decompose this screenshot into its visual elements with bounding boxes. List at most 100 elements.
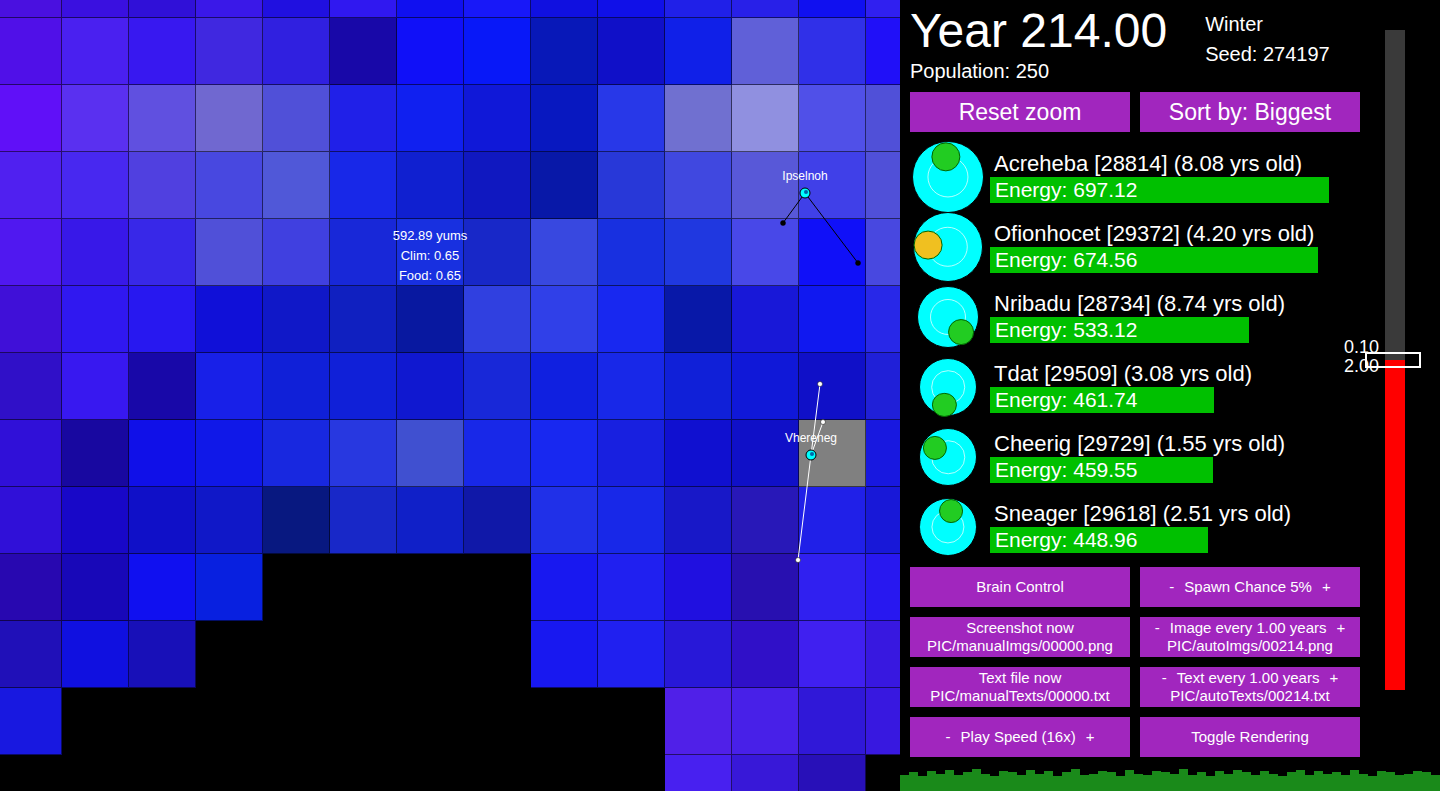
map-tile[interactable] <box>799 688 866 755</box>
creature-row[interactable]: Tdat [29509] (3.08 yrs old)Energy: 461.7… <box>910 352 1375 422</box>
map-tile[interactable] <box>62 85 129 152</box>
map-tile[interactable] <box>464 85 531 152</box>
map-tile[interactable] <box>0 85 62 152</box>
map-tile[interactable] <box>665 688 732 755</box>
creature-row[interactable]: Acreheba [28814] (8.08 yrs old)Energy: 6… <box>910 142 1375 212</box>
map-tile[interactable] <box>62 621 129 688</box>
plus-button[interactable]: + <box>1086 728 1095 746</box>
map-tile[interactable] <box>0 219 62 286</box>
plus-button[interactable]: + <box>1329 669 1338 687</box>
map-tile[interactable] <box>0 487 62 554</box>
map-tile[interactable] <box>598 286 665 353</box>
map-tile[interactable] <box>62 487 129 554</box>
map-tile[interactable] <box>263 0 330 18</box>
map-tile[interactable] <box>732 688 799 755</box>
map-tile[interactable] <box>0 353 62 420</box>
map-tile[interactable] <box>531 487 598 554</box>
control-button[interactable]: Brain Control <box>910 567 1130 607</box>
map-tile[interactable] <box>62 353 129 420</box>
map-tile[interactable] <box>397 0 464 18</box>
map-tile[interactable] <box>62 219 129 286</box>
plus-button[interactable]: + <box>1336 619 1345 637</box>
map-tile[interactable] <box>129 688 196 755</box>
creature-row[interactable]: Ofionhocet [29372] (4.20 yrs old)Energy:… <box>910 212 1375 282</box>
map-tile[interactable] <box>665 18 732 85</box>
map-tile[interactable] <box>330 621 397 688</box>
map-tile[interactable] <box>129 755 196 791</box>
control-button[interactable]: -Play Speed (16x)+ <box>910 717 1130 757</box>
map-tile[interactable] <box>129 18 196 85</box>
map-tile[interactable] <box>397 688 464 755</box>
map-tile[interactable] <box>866 420 900 487</box>
map-tile[interactable] <box>0 152 62 219</box>
map-tile[interactable] <box>330 286 397 353</box>
map-tile[interactable] <box>866 85 900 152</box>
map-tile[interactable] <box>62 420 129 487</box>
map-tile[interactable] <box>598 554 665 621</box>
map-tile[interactable] <box>665 0 732 18</box>
map-tile[interactable] <box>129 353 196 420</box>
map-tile[interactable] <box>0 420 62 487</box>
map-tile[interactable] <box>196 286 263 353</box>
map-tile[interactable] <box>330 420 397 487</box>
map-tile[interactable] <box>464 152 531 219</box>
map-tile[interactable] <box>732 85 799 152</box>
map-tile[interactable] <box>799 152 866 219</box>
map-tile[interactable] <box>598 0 665 18</box>
map-tile[interactable] <box>0 688 62 755</box>
map-tile[interactable] <box>263 554 330 621</box>
control-button[interactable]: -Image every 1.00 years+PIC/autoImgs/002… <box>1140 617 1360 657</box>
map-tile[interactable] <box>196 152 263 219</box>
map-tile[interactable] <box>732 755 799 791</box>
map-tile[interactable] <box>732 420 799 487</box>
map-tile[interactable] <box>330 219 397 286</box>
map-tile[interactable] <box>531 18 598 85</box>
map-tile[interactable] <box>732 554 799 621</box>
map-tile[interactable] <box>665 621 732 688</box>
map-tile[interactable] <box>866 688 900 755</box>
map-tile[interactable] <box>799 286 866 353</box>
control-button[interactable]: -Text every 1.00 years+PIC/autoTexts/002… <box>1140 667 1360 707</box>
map-tile[interactable] <box>665 219 732 286</box>
map-tile[interactable] <box>732 487 799 554</box>
map-tile[interactable] <box>531 554 598 621</box>
map-tile[interactable] <box>866 353 900 420</box>
map-tile[interactable] <box>665 487 732 554</box>
map-tile[interactable] <box>866 0 900 18</box>
top-button[interactable]: Reset zoom <box>910 92 1130 132</box>
map-tile[interactable] <box>598 621 665 688</box>
map-tile[interactable] <box>397 286 464 353</box>
creature-row[interactable]: Cheerig [29729] (1.55 yrs old)Energy: 45… <box>910 422 1375 492</box>
map-tile[interactable] <box>531 152 598 219</box>
map-tile[interactable] <box>866 152 900 219</box>
map-creature[interactable] <box>796 382 826 563</box>
map-tile[interactable] <box>397 420 464 487</box>
map-tile[interactable] <box>598 353 665 420</box>
map-tile[interactable] <box>531 286 598 353</box>
map-tile[interactable] <box>598 420 665 487</box>
map-tile[interactable] <box>397 18 464 85</box>
map-tile[interactable] <box>196 621 263 688</box>
map-tile[interactable] <box>531 219 598 286</box>
map-tile[interactable] <box>62 755 129 791</box>
map-tile[interactable] <box>464 353 531 420</box>
map-tile[interactable] <box>464 621 531 688</box>
map-tile[interactable] <box>129 286 196 353</box>
map-tile[interactable] <box>263 85 330 152</box>
map-tile[interactable] <box>129 219 196 286</box>
map-tile[interactable] <box>799 755 866 791</box>
map-tile[interactable] <box>799 85 866 152</box>
map-tile[interactable] <box>330 152 397 219</box>
map-tile[interactable] <box>62 0 129 18</box>
map-tile[interactable] <box>263 152 330 219</box>
map-tile[interactable] <box>263 353 330 420</box>
map-tile[interactable] <box>263 219 330 286</box>
map-tile[interactable] <box>196 554 263 621</box>
map-tile[interactable] <box>665 420 732 487</box>
map-tile[interactable] <box>866 286 900 353</box>
map-tile[interactable] <box>665 554 732 621</box>
map-tile[interactable] <box>0 0 62 18</box>
map-tile[interactable] <box>464 487 531 554</box>
top-button[interactable]: Sort by: Biggest <box>1140 92 1360 132</box>
map-tile[interactable] <box>866 621 900 688</box>
